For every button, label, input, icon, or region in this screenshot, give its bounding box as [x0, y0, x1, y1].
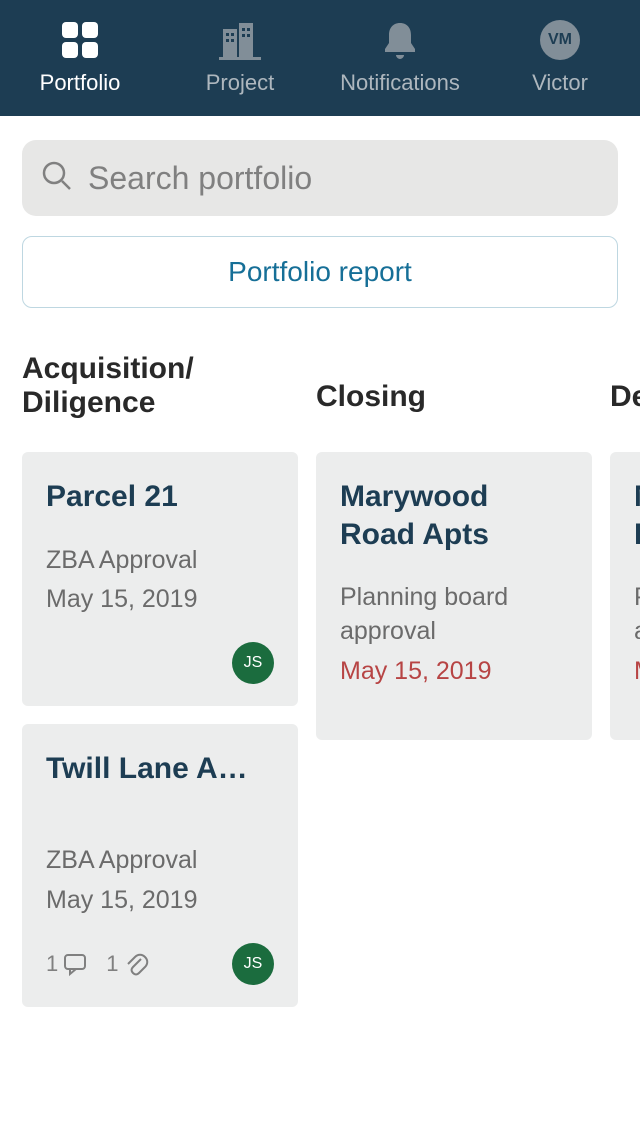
- card-task: Pa: [634, 581, 640, 649]
- card-footer: 1 1 JS: [46, 943, 274, 985]
- card-date-overdue: May 15, 2019: [340, 657, 568, 686]
- bell-icon: [381, 20, 419, 60]
- project-card[interactable]: Twill Lane A… ZBA Approval May 15, 2019 …: [22, 724, 298, 1006]
- search-icon: [40, 159, 74, 198]
- comment-icon: [62, 951, 88, 977]
- attachments-count[interactable]: 1: [106, 951, 148, 977]
- column-design: De MP Pa M: [610, 352, 640, 1025]
- card-meta: 1 1: [46, 951, 149, 977]
- card-date: May 15, 2019: [46, 585, 274, 614]
- search-input[interactable]: [88, 160, 600, 197]
- card-title: MP: [634, 478, 640, 553]
- card-task: Planning board approval: [340, 581, 568, 649]
- assignee-avatar[interactable]: JS: [232, 642, 274, 684]
- search-wrapper: [0, 116, 640, 228]
- top-nav-bar: Portfolio Project: [0, 0, 640, 116]
- nav-notifications-label: Notifications: [340, 70, 460, 96]
- card-title: Parcel 21: [46, 478, 274, 516]
- card-footer: JS: [46, 642, 274, 684]
- user-avatar-badge: VM: [540, 20, 580, 60]
- nav-portfolio-label: Portfolio: [40, 70, 121, 96]
- card-date-overdue: M: [634, 657, 640, 686]
- project-card[interactable]: MP Pa M: [610, 452, 640, 740]
- nav-project[interactable]: Project: [160, 0, 320, 116]
- card-title: Marywood Road Apts: [340, 478, 568, 553]
- report-wrapper: Portfolio report: [0, 228, 640, 308]
- comments-count[interactable]: 1: [46, 951, 88, 977]
- column-closing: Closing Marywood Road Apts Planning boar…: [316, 352, 592, 1025]
- column-acquisition: Acquisition/ Diligence Parcel 21 ZBA App…: [22, 352, 298, 1025]
- card-title: Twill Lane A…: [46, 750, 274, 788]
- nav-user[interactable]: VM Victor: [480, 0, 640, 116]
- grid-icon: [58, 20, 102, 60]
- attachment-icon: [123, 951, 149, 977]
- nav-portfolio[interactable]: Portfolio: [0, 0, 160, 116]
- nav-project-label: Project: [206, 70, 274, 96]
- portfolio-report-button[interactable]: Portfolio report: [22, 236, 618, 308]
- project-card[interactable]: Marywood Road Apts Planning board approv…: [316, 452, 592, 740]
- card-task: ZBA Approval: [46, 544, 274, 578]
- project-card[interactable]: Parcel 21 ZBA Approval May 15, 2019 JS: [22, 452, 298, 706]
- column-header-closing: Closing: [316, 352, 592, 452]
- assignee-avatar[interactable]: JS: [232, 943, 274, 985]
- kanban-board: Acquisition/ Diligence Parcel 21 ZBA App…: [0, 308, 640, 1025]
- nav-notifications[interactable]: Notifications: [320, 0, 480, 116]
- column-header-design: De: [610, 352, 640, 452]
- buildings-icon: [217, 20, 263, 60]
- search-box[interactable]: [22, 140, 618, 216]
- card-task: ZBA Approval: [46, 844, 274, 878]
- nav-user-label: Victor: [532, 70, 588, 96]
- avatar: VM: [540, 20, 580, 60]
- card-date: May 15, 2019: [46, 886, 274, 915]
- column-header-acquisition: Acquisition/ Diligence: [22, 352, 298, 452]
